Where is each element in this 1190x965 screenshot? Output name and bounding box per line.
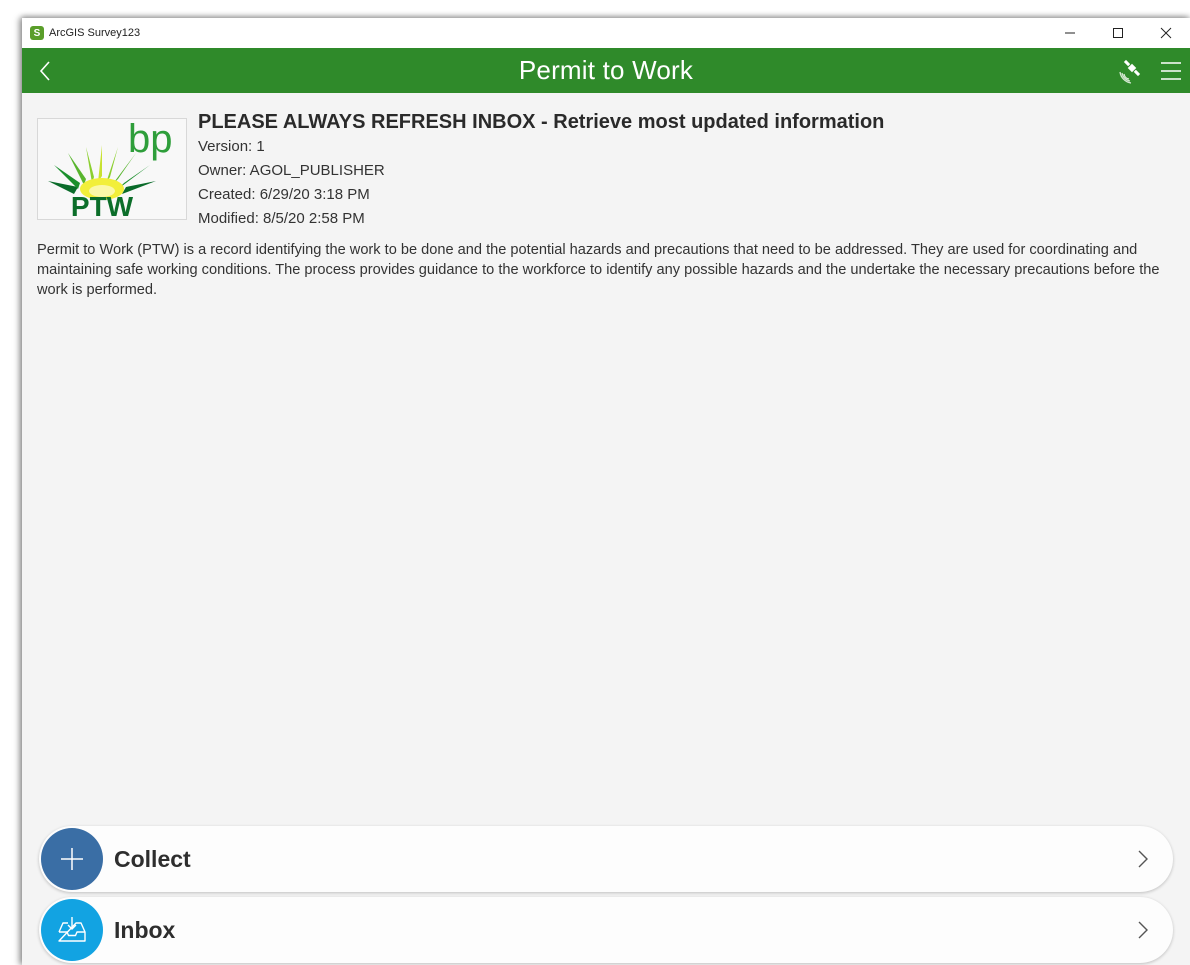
inbox-download-icon [58, 917, 86, 942]
logo-ptw-text: PTW [71, 191, 134, 219]
plus-icon [61, 848, 83, 870]
inbox-button[interactable]: Inbox [39, 897, 1173, 963]
collect-button[interactable]: Collect [39, 826, 1173, 892]
survey-version: Version: 1 [198, 138, 265, 155]
inbox-chevron [1131, 918, 1155, 942]
menu-button[interactable] [1158, 58, 1184, 84]
gps-location-button[interactable] [1118, 57, 1146, 85]
bp-ptw-logo: bp PTW [48, 117, 173, 222]
close-icon [1160, 27, 1172, 39]
minimize-button[interactable] [1046, 18, 1094, 48]
survey123-app-icon: S [30, 26, 44, 40]
collect-label: Collect [114, 846, 191, 872]
maximize-icon [1113, 28, 1123, 38]
chevron-right-icon [1138, 850, 1148, 868]
app-window: S ArcGIS Survey123 Permit to Work bp PTW… [22, 18, 1190, 965]
minimize-icon [1065, 32, 1075, 34]
hamburger-menu-icon [1161, 62, 1181, 80]
page-title: Permit to Work [518, 55, 694, 85]
collect-icon-circle [41, 828, 103, 890]
survey-modified-date: Modified: 8/5/20 2:58 PM [198, 210, 365, 227]
collect-chevron [1131, 847, 1155, 871]
window-controls [1046, 18, 1190, 48]
maximize-button[interactable] [1094, 18, 1142, 48]
survey-created-date: Created: 6/29/20 3:18 PM [198, 186, 370, 203]
satellite-icon [1119, 59, 1141, 84]
survey-thumbnail: bp PTW [37, 117, 187, 222]
inbox-label: Inbox [114, 917, 176, 943]
window-title: ArcGIS Survey123 [49, 27, 141, 39]
logo-brand-text: bp [128, 119, 173, 161]
chevron-right-icon [1138, 921, 1148, 939]
close-window-button[interactable] [1142, 18, 1190, 48]
window-titlebar: S ArcGIS Survey123 [22, 18, 1190, 48]
survey-description: Permit to Work (PTW) is a record identif… [37, 242, 1160, 298]
inbox-icon-circle [41, 899, 103, 961]
survey-owner: Owner: AGOL_PUBLISHER [198, 162, 385, 179]
app-header-bar: Permit to Work [22, 48, 1190, 93]
survey-title: PLEASE ALWAYS REFRESH INBOX - Retrieve m… [198, 111, 885, 133]
